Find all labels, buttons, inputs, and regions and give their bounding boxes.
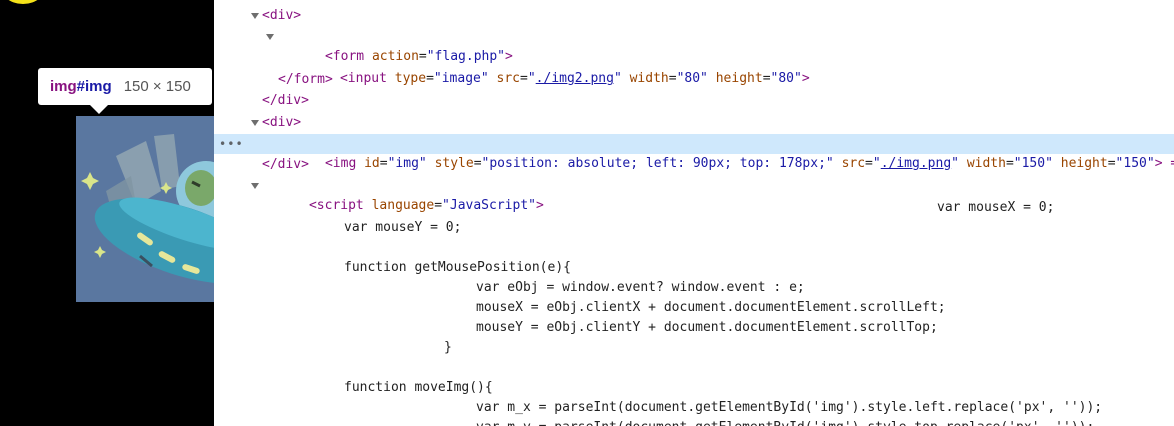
devtools-elements-panel[interactable]: <div> <form action="flag.php"> <input ty… bbox=[214, 0, 1174, 426]
dom-node-form-close[interactable]: </form> bbox=[214, 70, 1174, 90]
script-line: function moveImg(){ bbox=[344, 380, 493, 395]
tooltip-tag: img bbox=[50, 78, 77, 95]
script-line: var eObj = window.event? window.event : … bbox=[476, 280, 805, 295]
dom-node-script[interactable]: <script language="JavaScript"> bbox=[214, 176, 1174, 213]
script-line: var m_x = parseInt(document.getElementBy… bbox=[476, 400, 1103, 415]
script-line: var mouseY = 0; bbox=[344, 220, 462, 235]
ufo-illustration bbox=[81, 134, 214, 284]
expand-triangle-icon[interactable] bbox=[251, 183, 259, 189]
script-line: mouseX = eObj.clientX + document.documen… bbox=[476, 300, 946, 315]
expand-triangle-icon[interactable] bbox=[266, 34, 274, 40]
dom-node-div-close[interactable]: </div> bbox=[214, 91, 1174, 111]
expand-triangle-icon[interactable] bbox=[251, 120, 259, 126]
script-line: var mouseX = 0; bbox=[937, 200, 1055, 215]
element-hover-tooltip: img#img 150 × 150 bbox=[38, 68, 212, 105]
script-line: var m_y = parseInt(document.getElementBy… bbox=[214, 418, 1174, 426]
script-line: function getMousePosition(e){ bbox=[344, 260, 571, 275]
tooltip-id: #img bbox=[76, 78, 112, 95]
page-viewport: img#img 150 × 150 bbox=[0, 0, 214, 426]
dom-node-input[interactable]: <input type="image" src="./img2.png" wid… bbox=[214, 49, 1174, 86]
expand-triangle-icon[interactable] bbox=[251, 13, 259, 19]
dom-node-div[interactable]: <div> bbox=[214, 6, 1174, 26]
tooltip-size: 150 × 150 bbox=[123, 78, 191, 95]
dom-node-img-selected[interactable]: ••• <img id="img" style="position: absol… bbox=[214, 134, 1174, 171]
tooltip-arrow bbox=[90, 105, 108, 114]
highlighted-ufo-image[interactable] bbox=[76, 116, 214, 302]
script-line: } bbox=[444, 340, 452, 355]
script-line: mouseY = eObj.clientY + document.documen… bbox=[476, 320, 938, 335]
more-options-icon[interactable]: ••• bbox=[219, 134, 244, 154]
dom-node-div-2[interactable]: <div> bbox=[214, 113, 1174, 133]
dom-node-div-close-2[interactable]: </div> bbox=[214, 155, 1174, 175]
partial-yellow-image bbox=[0, 0, 48, 4]
dom-node-form[interactable]: <form action="flag.php"> bbox=[214, 27, 1174, 64]
